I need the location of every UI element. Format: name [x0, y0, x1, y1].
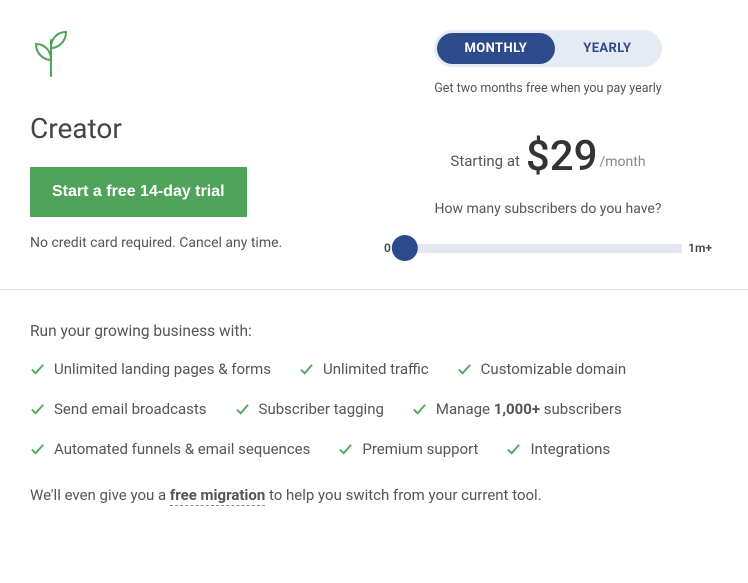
subscriber-slider[interactable]	[397, 244, 682, 253]
slider-thumb[interactable]	[392, 235, 418, 261]
billing-caption: Get two months free when you pay yearly	[378, 81, 718, 96]
migration-line: We'll even give you a free migration to …	[30, 486, 718, 504]
feature-item: Customizable domain	[457, 360, 627, 378]
check-icon	[30, 402, 45, 417]
price-period: /month	[600, 154, 646, 170]
feature-item: Unlimited landing pages & forms	[30, 360, 271, 378]
billing-yearly[interactable]: YEARLY	[555, 33, 659, 64]
feature-item: Manage 1,000+ subscribers	[412, 400, 622, 418]
feature-item: Send email broadcasts	[30, 400, 207, 418]
feature-item: Automated funnels & email sequences	[30, 440, 310, 458]
price-line: Starting at $29/month	[378, 132, 718, 181]
check-icon	[30, 442, 45, 457]
check-icon	[457, 362, 472, 377]
feature-item: Integrations	[506, 440, 610, 458]
feature-item: Unlimited traffic	[299, 360, 429, 378]
plant-icon	[30, 30, 378, 82]
feature-list: Unlimited landing pages & forms Unlimite…	[30, 360, 718, 458]
check-icon	[299, 362, 314, 377]
features-lead: Run your growing business with:	[30, 322, 718, 340]
check-icon	[338, 442, 353, 457]
starting-at-label: Starting at	[450, 152, 519, 170]
plan-title: Creator	[30, 112, 378, 145]
billing-monthly[interactable]: MONTHLY	[437, 33, 556, 64]
trial-note: No credit card required. Cancel any time…	[30, 235, 378, 251]
check-icon	[235, 402, 250, 417]
check-icon	[412, 402, 427, 417]
billing-toggle: MONTHLY YEARLY	[434, 30, 663, 67]
feature-item: Subscriber tagging	[235, 400, 384, 418]
slider-max-label: 1m+	[682, 241, 718, 255]
subscriber-question: How many subscribers do you have?	[378, 201, 718, 217]
start-trial-button[interactable]: Start a free 14-day trial	[30, 167, 247, 217]
feature-item: Premium support	[338, 440, 478, 458]
free-migration-link[interactable]: free migration	[170, 486, 265, 506]
check-icon	[506, 442, 521, 457]
price-amount: $29	[526, 132, 598, 181]
check-icon	[30, 362, 45, 377]
